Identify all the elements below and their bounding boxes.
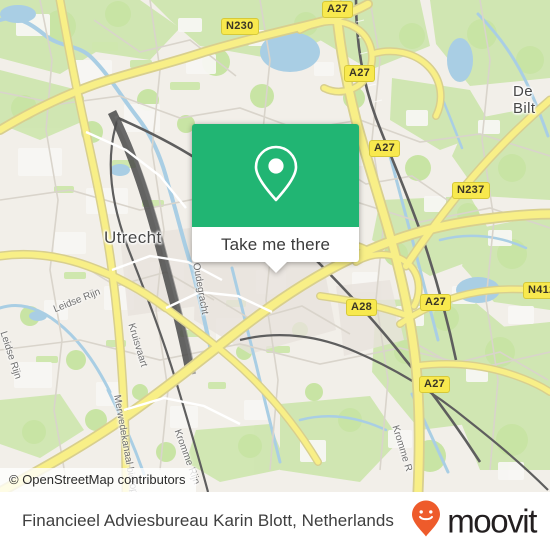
moovit-brand[interactable]: moovit bbox=[411, 500, 537, 543]
road-shield: A27 bbox=[322, 1, 354, 18]
road-shield: N237 bbox=[452, 182, 490, 199]
city-label-bilt: Bilt bbox=[513, 100, 536, 117]
take-me-there-label: Take me there bbox=[220, 234, 331, 254]
road-shield: A27 bbox=[420, 294, 452, 311]
road-shield: N412 bbox=[523, 282, 550, 299]
road-shield: A27 bbox=[369, 140, 401, 157]
destination-callout[interactable]: Take me there bbox=[192, 124, 359, 273]
road-shield: A27 bbox=[344, 65, 376, 82]
road-shield: N230 bbox=[221, 18, 259, 35]
road-shield: A28 bbox=[346, 299, 378, 316]
map-screenshot: Utrecht De Bilt A27 N230 A27 A27 N237 A2… bbox=[0, 0, 550, 550]
moovit-wordmark: moovit bbox=[447, 502, 537, 540]
moovit-smiley-pin-icon bbox=[411, 500, 441, 543]
callout-action-bar[interactable]: Take me there bbox=[192, 227, 359, 273]
city-label-de: De bbox=[513, 83, 533, 100]
footer-bar: Financieel Adviesbureau Karin Blott, Net… bbox=[0, 492, 550, 550]
osm-attribution[interactable]: © OpenStreetMap contributors bbox=[0, 468, 196, 492]
callout-pin-panel bbox=[192, 124, 359, 227]
city-label-utrecht: Utrecht bbox=[104, 228, 162, 247]
map-pin-icon bbox=[252, 143, 300, 208]
place-title: Financieel Adviesbureau Karin Blott, Net… bbox=[22, 511, 394, 530]
callout-pointer-tail bbox=[264, 262, 287, 273]
road-shield: A27 bbox=[419, 376, 451, 393]
